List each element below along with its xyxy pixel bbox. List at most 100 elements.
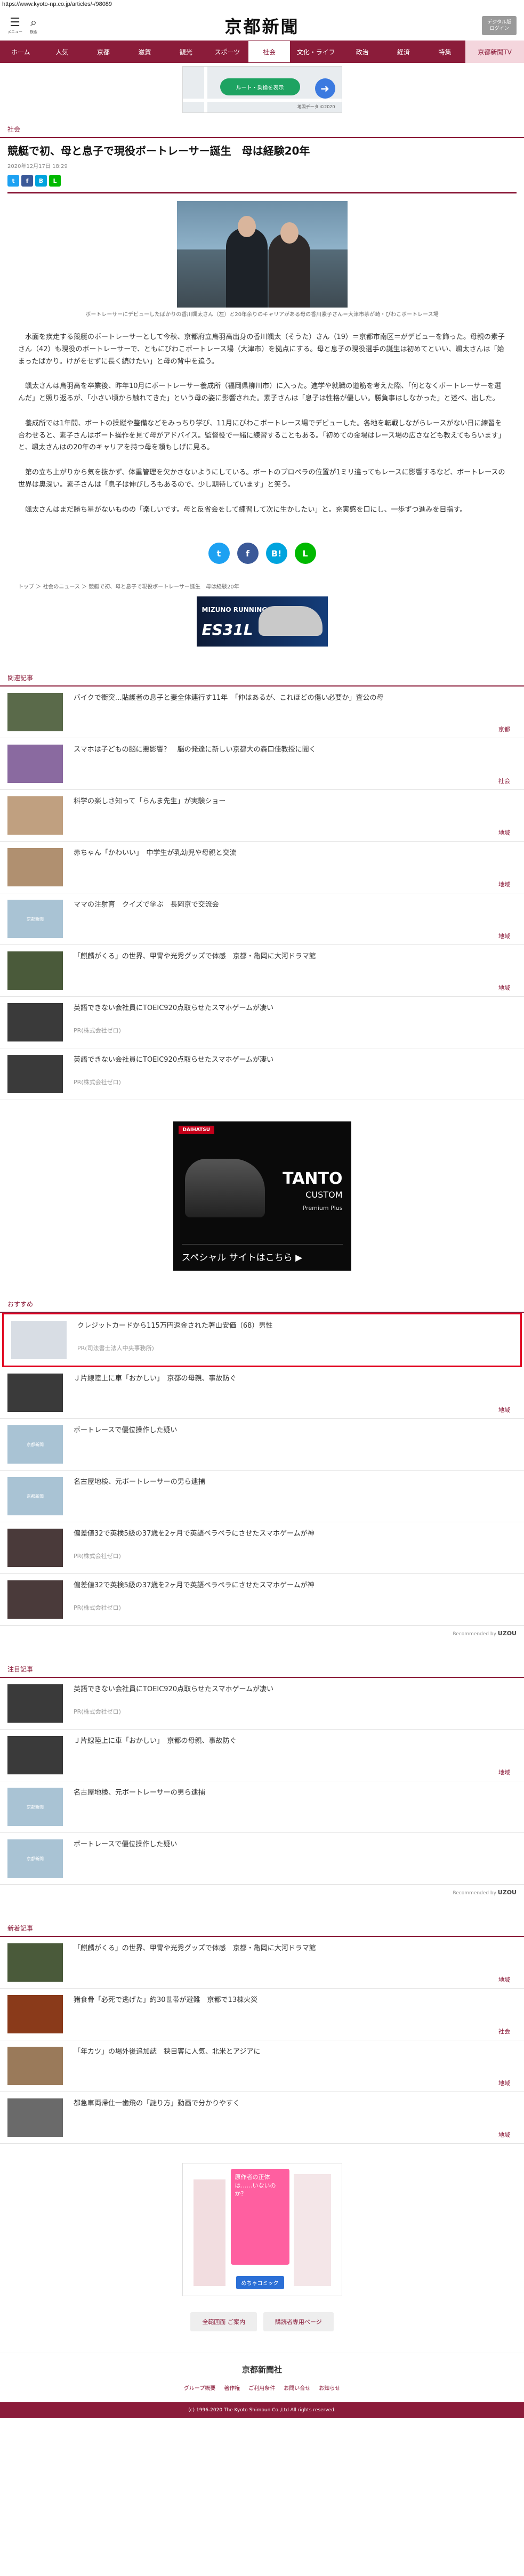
footer-link[interactable]: お問い合せ — [284, 2384, 310, 2392]
related-list: バイクで衝突…貼護者の息子と妻全体連行す11年 「仲はあるが、これほどの傷い必要… — [0, 687, 524, 1101]
footer-link[interactable]: 著作権 — [224, 2384, 240, 2392]
footer-buttons: 全範囲面 ご案内 購読者専用ページ — [0, 2307, 524, 2353]
list-item-pr[interactable]: 英語できない会社員にTOEIC920点取らせたスマホゲームが凄い PR(株式会社ゼ… — [0, 1678, 524, 1730]
nav-item[interactable]: ホーム — [0, 41, 42, 63]
nav-item[interactable]: スポーツ — [207, 41, 248, 63]
thumbnail — [7, 1684, 63, 1723]
thumbnail — [7, 1995, 63, 2034]
paragraph: 養成所では1年間、ボートの操縦や整備などをみっちり学び、11月にびわこボートレー… — [18, 419, 505, 452]
divider — [7, 192, 517, 193]
manga-panel — [293, 2174, 331, 2287]
list-item[interactable]: 「麒麟がくる」の世界、甲冑や光秀グッズで体感 京都・亀岡に大河ドラマ館 地域 — [0, 1937, 524, 1989]
paragraph: 颯太さんはまだ勝ち星がないものの「楽しいです。母と反省会をして練習して次に生かし… — [25, 505, 467, 514]
footer-link[interactable]: お知らせ — [319, 2384, 340, 2392]
twitter-icon[interactable]: t — [7, 175, 19, 187]
footer-link[interactable]: グループ概要 — [184, 2384, 215, 2392]
list-item[interactable]: Ｊ片線陸上に車「おかしい」 京都の母親、事故防ぐ 地域 — [0, 1367, 524, 1419]
nav-item-active[interactable]: 社会 — [248, 41, 291, 63]
hatena-icon[interactable]: B — [35, 175, 47, 187]
thumbnail — [7, 1055, 63, 1094]
latest-list: 「麒麟がくる」の世界、甲冑や光秀グッズで体感 京都・亀岡に大河ドラマ館 地域 猪食… — [0, 1937, 524, 2144]
car-ad[interactable]: DAIHATSU TANTO CUSTOM Premium Plus スペシャル… — [173, 1121, 351, 1271]
list-item[interactable]: 赤ちゃん「かわいい」 中学生が乳幼児や母親と交流 地域 — [0, 842, 524, 894]
list-item[interactable]: スマホは子どもの脳に悪影響？ 脳の発達に新しい京都大の森口佳教授に聞く 社会 — [0, 738, 524, 790]
nav-item[interactable]: 政治 — [342, 41, 383, 63]
nav-item[interactable]: 特集 — [424, 41, 466, 63]
list-item[interactable]: Ｊ片線陸上に車「おかしい」 京都の母親、事故防ぐ 地域 — [0, 1730, 524, 1782]
list-item-pr[interactable]: 英語できない会社員にTOEIC920点取らせたスマホゲームが凄い PR(株式会社ゼ… — [0, 1048, 524, 1101]
footer-links: グループ概要 著作権 ご利用条件 お問い合せ お知らせ — [0, 2384, 524, 2402]
route-button[interactable]: ルート・乗換を表示 — [220, 78, 300, 95]
thumbnail — [7, 848, 63, 887]
thumbnail — [7, 1736, 63, 1775]
article-date: 2020年12月17日 18:29 — [7, 164, 68, 169]
article-photo[interactable] — [176, 201, 348, 308]
search-button[interactable]: ⌕ 検索 — [30, 17, 37, 35]
thumbnail — [7, 2098, 63, 2137]
global-nav: ホーム 人気 京都 滋賀 観光 スポーツ 社会 文化・ライフ 政治 経済 特集 … — [0, 41, 524, 63]
thumbnail — [7, 2047, 63, 2086]
list-item[interactable]: 「麒麟がくる」の世界、甲冑や光秀グッズで体感 京都・亀岡に大河ドラマ館 地域 — [0, 945, 524, 997]
list-item-pr[interactable]: 英語できない会社員にTOEIC920点取らせたスマホゲームが凄い PR(株式会社ゼ… — [0, 997, 524, 1049]
line-icon[interactable]: L — [49, 175, 61, 187]
footer-button[interactable]: 全範囲面 ご案内 — [190, 2312, 257, 2332]
car-image — [184, 1159, 265, 1218]
thumbnail — [7, 1529, 63, 1568]
latest-heading: 新着記事 — [0, 1916, 524, 1937]
list-item[interactable]: 京都新聞 名古屋地検、元ボートレーサーの男ら逮捕 — [0, 1471, 524, 1523]
list-item[interactable]: 京都新聞 ママの注射育 クイズで学ぶ 長岡京で交流会 地域 — [0, 893, 524, 946]
map-attribution: 地図データ ©2020 — [297, 104, 335, 109]
menu-button[interactable]: ☰ メニュー — [7, 17, 22, 35]
paragraph: 颯太さんは鳥羽高を卒業後、昨年10月にボートレーサー養成所（福岡県柳川市）に入っ… — [18, 382, 502, 402]
list-item[interactable]: 都急車両帰仕一歯飛の「謎り方」動画で分かりやすく 地域 — [0, 2092, 524, 2144]
list-item[interactable]: 京都新聞 ボートレースで優位操作した疑い — [0, 1419, 524, 1471]
map-widget[interactable]: ルート・乗換を表示 ➜ 地図データ ©2020 — [182, 66, 342, 113]
nav-item-tv[interactable]: 京都新聞TV — [465, 41, 524, 63]
digital-login-button[interactable]: デジタル版 ログイン — [482, 16, 517, 35]
directions-icon[interactable]: ➜ — [315, 78, 335, 99]
recommended-by[interactable]: Recommended by UZOU — [0, 1626, 524, 1645]
nav-item[interactable]: 観光 — [165, 41, 207, 63]
url-bar[interactable]: https://www.kyoto-np.co.jp/articles/-/98… — [0, 0, 524, 11]
list-item[interactable]: 京都新聞 ボートレースで優位操作した疑い — [0, 1833, 524, 1885]
placeholder-thumbnail: 京都新聞 — [7, 1839, 63, 1878]
hamburger-icon: ☰ — [10, 16, 20, 29]
nav-item[interactable]: 経済 — [383, 41, 424, 63]
share-large: t f B! L — [0, 529, 524, 582]
list-item[interactable]: 京都新聞 名古屋地検、元ボートレーサーの男ら逮捕 — [0, 1781, 524, 1834]
shoe-ad-banner[interactable]: MIZUNO RUNNING ES31L — [196, 596, 328, 647]
list-item[interactable]: バイクで衝突…貼護者の息子と妻全体連行す11年 「仲はあるが、これほどの傷い必要… — [0, 687, 524, 739]
breadcrumb-link[interactable]: トップ — [18, 584, 34, 590]
nav-item[interactable]: 人気 — [42, 41, 83, 63]
hatena-icon[interactable]: B! — [265, 543, 287, 564]
twitter-icon[interactable]: t — [208, 543, 230, 564]
line-icon[interactable]: L — [294, 543, 316, 564]
list-item-pr-highlighted[interactable]: クレジットカードから115万円返金された著山安価（68）男性 PR(司法書士法人中… — [2, 1313, 522, 1368]
footer-logo[interactable]: 京都新聞社 — [0, 2353, 524, 2384]
site-logo[interactable]: 京都新聞 — [224, 13, 299, 38]
placeholder-thumbnail: 京都新聞 — [7, 1425, 63, 1464]
thumbnail — [7, 796, 63, 835]
breadcrumb-current: 競艇で初、母と息子で現役ボートレーサー誕生 母は経験20年 — [88, 584, 239, 591]
recommended-by[interactable]: Recommended by UZOU — [0, 1885, 524, 1904]
section-label[interactable]: 社会 — [0, 113, 524, 138]
thumbnail — [7, 745, 63, 784]
list-item[interactable]: 「年カツ」の場外後追加誌 狭目客に人気、北米とアジアに 地域 — [0, 2040, 524, 2093]
nav-item[interactable]: 京都 — [83, 41, 124, 63]
nav-item[interactable]: 文化・ライフ — [291, 41, 342, 63]
list-item-pr[interactable]: 偏差値32で英検5級の37歳を2ヶ月で英語ペラペラにさせたスマホゲームが神 PR(… — [0, 1574, 524, 1626]
facebook-icon[interactable]: f — [237, 543, 259, 564]
manga-ad[interactable]: 原作者の正体は……いないのか？ めちゃコミック — [182, 2163, 342, 2297]
facebook-icon[interactable]: f — [21, 175, 33, 187]
footer-button[interactable]: 購読者専用ページ — [263, 2312, 334, 2332]
thumbnail — [7, 1003, 63, 1042]
list-item[interactable]: 科学の楽しさ知って「らんま先生」が実験ショー 地域 — [0, 790, 524, 842]
recommend-heading: おすすめ — [0, 1292, 524, 1313]
breadcrumb-link[interactable]: 社会のニュース — [43, 584, 80, 590]
nav-item[interactable]: 滋賀 — [124, 41, 166, 63]
list-item-pr[interactable]: 偏差値32で英検5級の37歳を2ヶ月で英語ペラペラにさせたスマホゲームが神 PR(… — [0, 1522, 524, 1574]
footer-link[interactable]: ご利用条件 — [248, 2384, 275, 2392]
list-item[interactable]: 猪食骨「必死で逃げた」約30世帯が避難 京都で13棟火災 社会 — [0, 1989, 524, 2041]
map-road — [204, 67, 207, 112]
thumbnail — [11, 1321, 67, 1360]
